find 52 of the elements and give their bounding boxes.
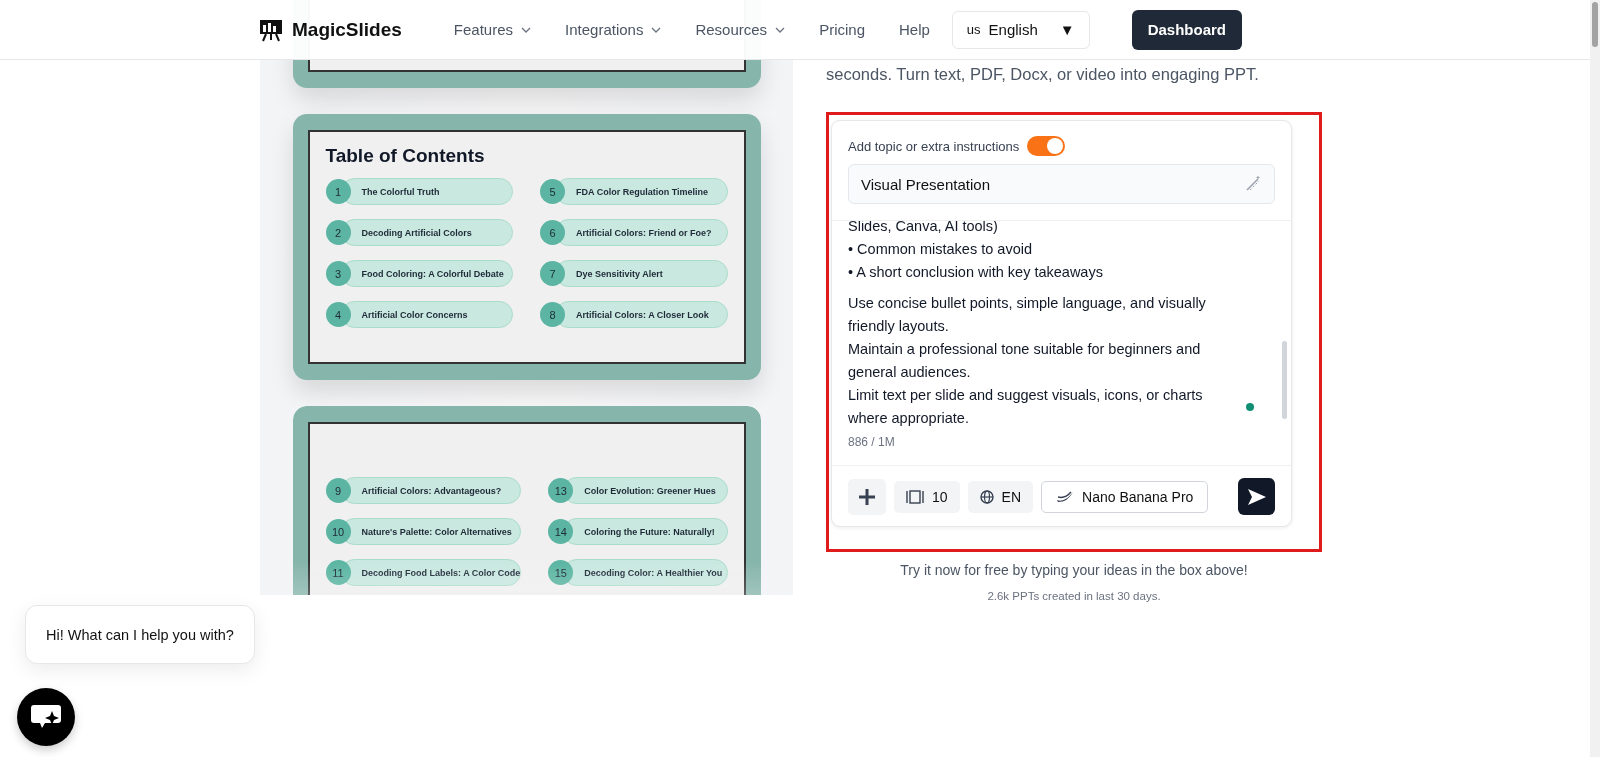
slide-title: Table of Contents bbox=[325, 145, 486, 167]
cta-note: Try it now for free by typing your ideas in the box above! bbox=[900, 562, 1248, 578]
chat-launcher-button[interactable] bbox=[17, 688, 75, 746]
nav-link[interactable]: Pricing bbox=[819, 21, 865, 38]
number-badge: 5 bbox=[540, 179, 565, 204]
magicslides-logo[interactable]: MagicSlides bbox=[259, 17, 402, 42]
send-icon bbox=[1246, 487, 1267, 506]
presentation-board-icon bbox=[259, 17, 283, 42]
add-button[interactable] bbox=[848, 478, 886, 515]
slide-count-button[interactable]: 10 bbox=[894, 480, 960, 513]
language-button[interactable]: EN bbox=[967, 480, 1034, 513]
chevron-down-icon bbox=[521, 26, 532, 33]
prompt-text: Slides, Canva, AI tools) • Common mistakes to avoid • A short conclusion with key takeaways bbox=[848, 221, 1104, 282]
dashboard-button[interactable]: Dashboard bbox=[1131, 9, 1242, 50]
send-button[interactable] bbox=[1238, 478, 1275, 515]
magic-wand-icon bbox=[1244, 175, 1262, 193]
chevron-down-icon bbox=[775, 26, 786, 33]
number-badge: 9 bbox=[325, 478, 351, 503]
nav-link[interactable]: Resources bbox=[695, 21, 786, 38]
number-badge: 13 bbox=[548, 478, 574, 503]
number-badge: 6 bbox=[540, 220, 565, 245]
number-badge: 1 bbox=[325, 179, 351, 204]
stats-text: 2.6k PPTs created in last 30 days. bbox=[987, 590, 1161, 602]
toggle-switch[interactable] bbox=[1027, 136, 1066, 156]
prompt-field[interactable] bbox=[832, 220, 1291, 427]
intro-text: seconds. Turn text, PDF, Docx, or video into engaging PPT. bbox=[826, 65, 1259, 84]
page-scrollbar[interactable] bbox=[1590, 0, 1600, 757]
number-badge: 15 bbox=[548, 560, 574, 585]
number-badge: 14 bbox=[548, 519, 574, 544]
number-badge: 11 bbox=[325, 560, 351, 585]
slides-icon bbox=[906, 488, 924, 505]
chat-greeting-bubble: Hi! What can I help you with? bbox=[25, 605, 255, 664]
number-badge: 2 bbox=[325, 220, 351, 245]
nav-link[interactable]: Features bbox=[453, 21, 532, 38]
number-badge: 7 bbox=[540, 261, 565, 286]
language-select[interactable]: us English ▼ bbox=[951, 10, 1090, 49]
chevron-down-icon bbox=[651, 26, 662, 33]
globe-icon bbox=[979, 489, 994, 504]
scrollbar[interactable] bbox=[1282, 341, 1287, 419]
number-badge: 3 bbox=[325, 261, 351, 286]
toggle-label: Add topic or extra instructions bbox=[848, 138, 1020, 154]
number-badge: 8 bbox=[540, 302, 565, 327]
topic-input[interactable]: Visual Presentation bbox=[848, 164, 1275, 204]
status-dot-icon bbox=[1246, 403, 1254, 411]
character-counter: 886 / 1M bbox=[847, 434, 896, 451]
number-badge: 4 bbox=[325, 302, 351, 327]
plus-icon bbox=[858, 487, 876, 506]
prompt-text: Use concise bullet points, simple language, and visually friendly layouts. Maintain a professional tone suitable for beginners and general audiences. Limit text per slide and suggest visuals, icons, or charts where appropriate. bbox=[848, 294, 1207, 427]
nav-link[interactable]: Integrations bbox=[565, 21, 662, 38]
number-badge: 10 bbox=[325, 519, 351, 544]
nav-link[interactable]: Help bbox=[899, 21, 930, 38]
model-select[interactable]: Nano Banana Pro bbox=[1041, 480, 1209, 513]
